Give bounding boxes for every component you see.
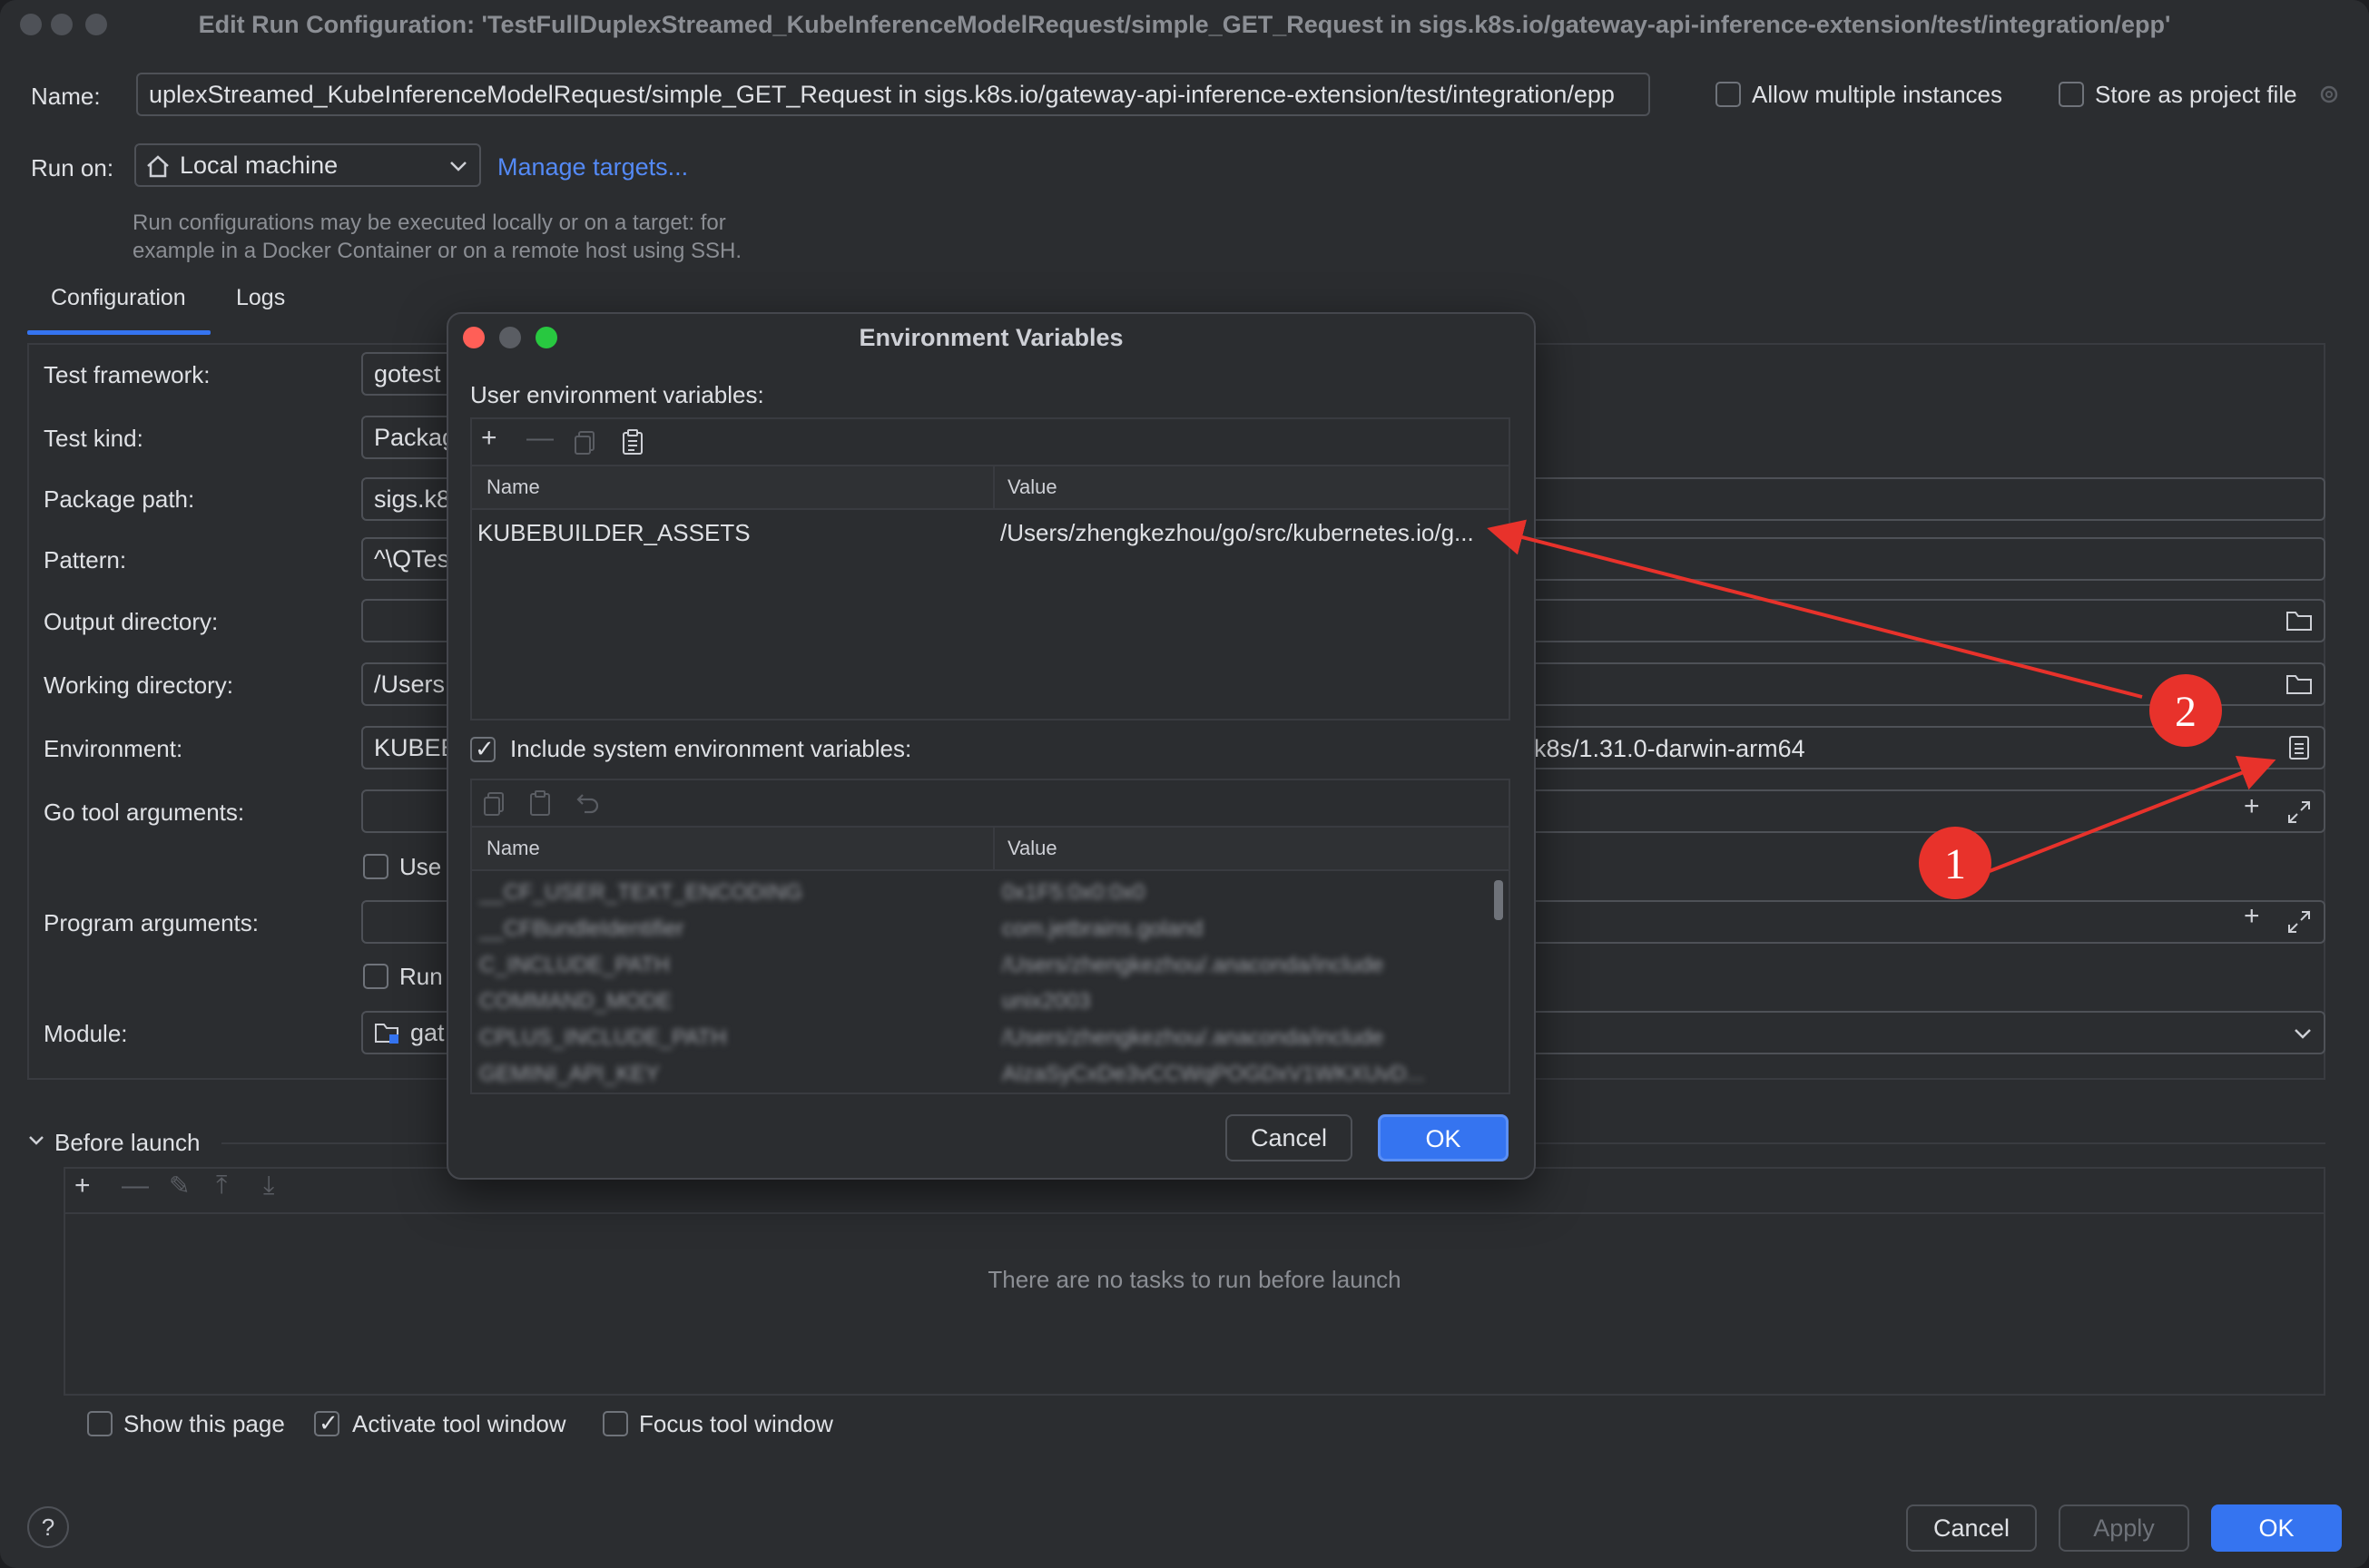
annotation-arrow-2 — [1487, 519, 2143, 699]
annotation-number-2: 2 — [2175, 688, 2197, 736]
run-config-window: Edit Run Configuration: 'TestFullDuplexS… — [0, 0, 2369, 1568]
annotation-number-1: 1 — [1944, 840, 1966, 888]
annotation-arrow-1 — [1989, 755, 2276, 873]
annotation-overlay: 1 2 — [1487, 519, 2276, 899]
